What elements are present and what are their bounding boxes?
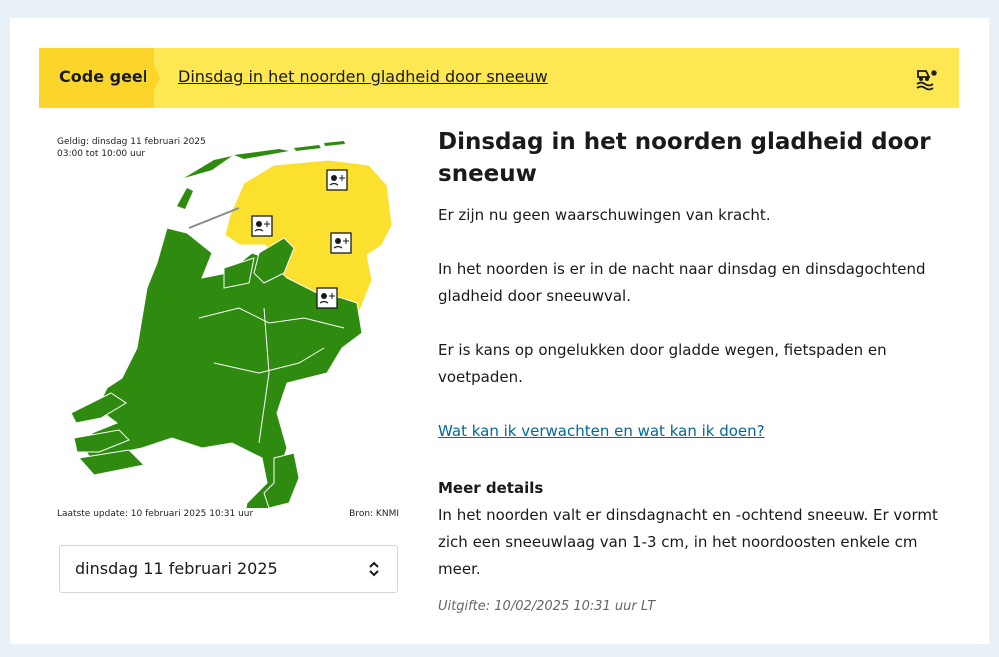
snow-warning-icon xyxy=(251,215,273,237)
what-to-expect-link[interactable]: Wat kan ik verwachten en wat kan ik doen… xyxy=(438,418,765,445)
chevron-up-down-icon xyxy=(369,561,379,577)
warning-banner[interactable]: Code geel Dinsdag in het noorden gladhei… xyxy=(39,48,959,108)
details-text: In het noorden valt er dinsdagnacht en -… xyxy=(438,506,938,578)
wadden-island xyxy=(324,141,345,146)
date-select[interactable]: dinsdag 11 februari 2025 xyxy=(59,545,398,593)
risk-text: Er is kans op ongelukken door gladde weg… xyxy=(438,341,887,386)
code-label: Code geel xyxy=(59,67,149,86)
code-tag: Code geel xyxy=(39,48,154,108)
warning-card: Code geel Dinsdag in het noorden gladhei… xyxy=(10,18,989,644)
map-last-update: Laatste update: 10 februari 2025 10:31 u… xyxy=(57,509,254,519)
map-source: Bron: KNMI xyxy=(349,509,399,519)
issued-timestamp: Uitgifte: 10/02/2025 10:31 uur LT xyxy=(438,599,656,614)
snow-warning-icon xyxy=(316,287,338,309)
netherlands-map xyxy=(70,141,393,508)
warning-map: Geldig: dinsdag 11 februari 2025 03:00 t… xyxy=(49,128,399,528)
warning-details: Dinsdag in het noorden gladheid door sne… xyxy=(438,126,963,614)
snow-warning-icon xyxy=(330,232,352,254)
slippery-snow-icon xyxy=(916,70,937,91)
wadden-island xyxy=(177,188,193,209)
wadden-island xyxy=(234,149,289,159)
snow-warning-icon xyxy=(326,169,348,191)
wadden-island xyxy=(294,145,321,151)
wadden-island xyxy=(184,156,232,178)
code-tag-arrow xyxy=(146,48,160,108)
warning-title: Dinsdag in het noorden gladheid door sne… xyxy=(438,129,931,187)
banner-warning-link[interactable]: Dinsdag in het noorden gladheid door sne… xyxy=(178,67,548,86)
current-status-text: Er zijn nu geen waarschuwingen van krach… xyxy=(438,206,771,224)
forecast-text: In het noorden is er in de nacht naar di… xyxy=(438,260,926,305)
details-heading: Meer details xyxy=(438,479,544,497)
date-select-value: dinsdag 11 februari 2025 xyxy=(75,559,278,578)
